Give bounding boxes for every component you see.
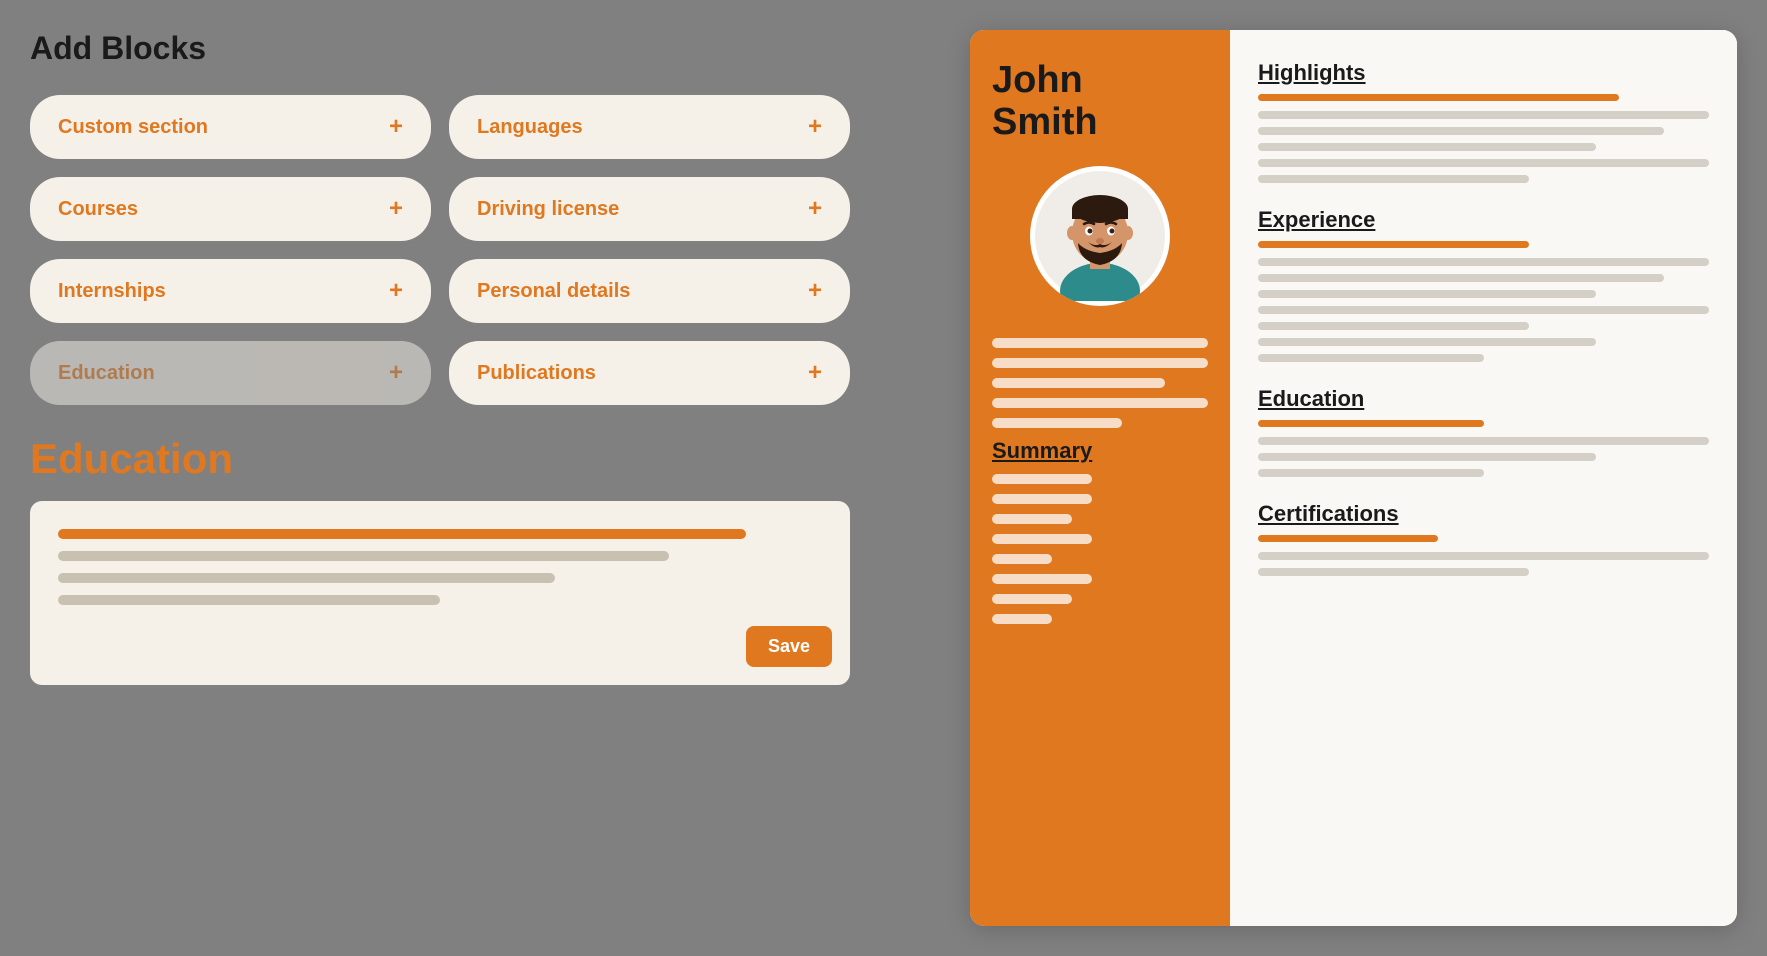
resume-section-experience: Experience [1258,207,1709,362]
highlights-lines [1258,111,1709,183]
plus-icon-languages: + [808,113,822,141]
h-line-3 [1258,143,1596,151]
left-panel: Add Blocks Custom section + Languages + … [30,30,850,926]
summary-lines [992,474,1092,624]
summary-line-1 [992,474,1092,484]
certifications-bar [1258,535,1438,542]
education-resume-title: Education [1258,386,1709,412]
resume-summary-section: Summary [992,438,1092,624]
resume-left-line-5 [992,418,1122,428]
plus-icon-publications: + [808,359,822,387]
block-label-education: Education [58,362,155,385]
resume-preview: John Smith [970,30,1737,926]
resume-left-line-3 [992,378,1165,388]
avatar [1030,166,1170,306]
summary-title: Summary [992,438,1092,464]
h-line-2 [1258,127,1664,135]
plus-icon-education: + [389,359,403,387]
form-line-gray-3 [58,595,440,605]
summary-line-6 [992,574,1092,584]
summary-line-3 [992,514,1072,524]
plus-icon-internships: + [389,277,403,305]
summary-line-2 [992,494,1092,504]
experience-title: Experience [1258,207,1709,233]
ed-line-3 [1258,469,1484,477]
plus-icon-courses: + [389,195,403,223]
resume-section-highlights: Highlights [1258,60,1709,183]
block-label-languages: Languages [477,116,583,139]
form-line-orange [58,529,746,539]
block-label-internships: Internships [58,280,166,303]
resume-section-education: Education [1258,386,1709,477]
block-btn-education[interactable]: Education + [30,341,431,405]
highlights-bar [1258,94,1619,101]
block-btn-personal-details[interactable]: Personal details + [449,259,850,323]
certifications-title: Certifications [1258,501,1709,527]
blocks-grid: Custom section + Languages + Courses + D… [30,95,850,405]
resume-left-line-1 [992,338,1208,348]
education-section-heading: Education [30,435,850,483]
plus-icon-driving-license: + [808,195,822,223]
h-line-1 [1258,111,1709,119]
ed-line-1 [1258,437,1709,445]
block-btn-publications[interactable]: Publications + [449,341,850,405]
resume-left-column: John Smith [970,30,1230,926]
block-label-courses: Courses [58,198,138,221]
resume-left-lines [992,338,1208,428]
highlights-title: Highlights [1258,60,1709,86]
plus-icon-custom-section: + [389,113,403,141]
e-line-4 [1258,306,1709,314]
education-form: Save [30,501,850,685]
block-btn-languages[interactable]: Languages + [449,95,850,159]
save-button[interactable]: Save [746,626,832,667]
summary-line-8 [992,614,1052,624]
ed-line-2 [1258,453,1596,461]
e-line-3 [1258,290,1596,298]
plus-icon-personal-details: + [808,277,822,305]
c-line-1 [1258,552,1709,560]
education-bar [1258,420,1484,427]
e-line-7 [1258,354,1484,362]
summary-line-7 [992,594,1072,604]
e-line-1 [1258,258,1709,266]
resume-section-certifications: Certifications [1258,501,1709,576]
block-label-personal-details: Personal details [477,280,630,303]
h-line-5 [1258,175,1529,183]
form-line-gray-2 [58,573,555,583]
e-line-2 [1258,274,1664,282]
resume-left-line-2 [992,358,1208,368]
resume-right-column: Highlights Experience [1230,30,1737,926]
c-line-2 [1258,568,1529,576]
block-label-publications: Publications [477,362,596,385]
block-btn-courses[interactable]: Courses + [30,177,431,241]
add-blocks-title: Add Blocks [30,30,850,67]
h-line-4 [1258,159,1709,167]
experience-bar [1258,241,1529,248]
form-line-gray-1 [58,551,669,561]
e-line-5 [1258,322,1529,330]
block-btn-custom-section[interactable]: Custom section + [30,95,431,159]
certifications-lines [1258,552,1709,576]
resume-left-line-4 [992,398,1208,408]
block-label-driving-license: Driving license [477,198,619,221]
education-lines [1258,437,1709,477]
resume-name: John Smith [992,60,1098,144]
block-label-custom-section: Custom section [58,116,208,139]
block-btn-internships[interactable]: Internships + [30,259,431,323]
block-btn-driving-license[interactable]: Driving license + [449,177,850,241]
summary-line-5 [992,554,1052,564]
e-line-6 [1258,338,1596,346]
summary-line-4 [992,534,1092,544]
experience-lines [1258,258,1709,362]
